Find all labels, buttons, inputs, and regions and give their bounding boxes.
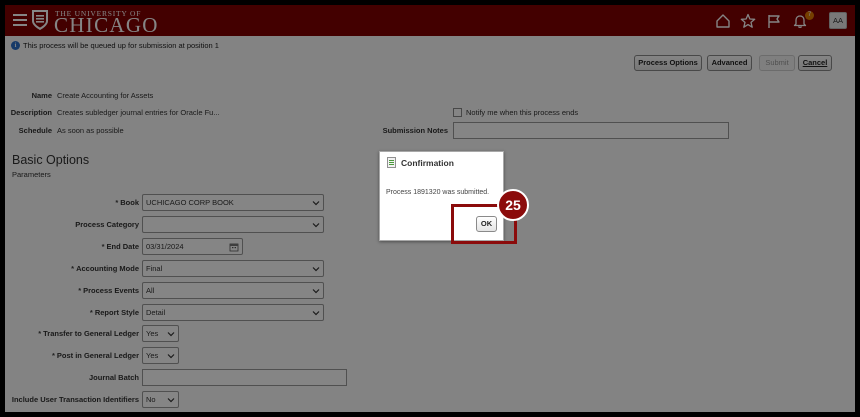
step-number-badge: 25	[497, 189, 529, 221]
dialog-message: Process 1891320 was submitted.	[386, 189, 490, 196]
app-window: THE UNIVERSITY OF CHICAGO 7 AA i This pr…	[5, 5, 855, 412]
document-icon	[387, 157, 396, 168]
dialog-title: Confirmation	[387, 157, 454, 168]
